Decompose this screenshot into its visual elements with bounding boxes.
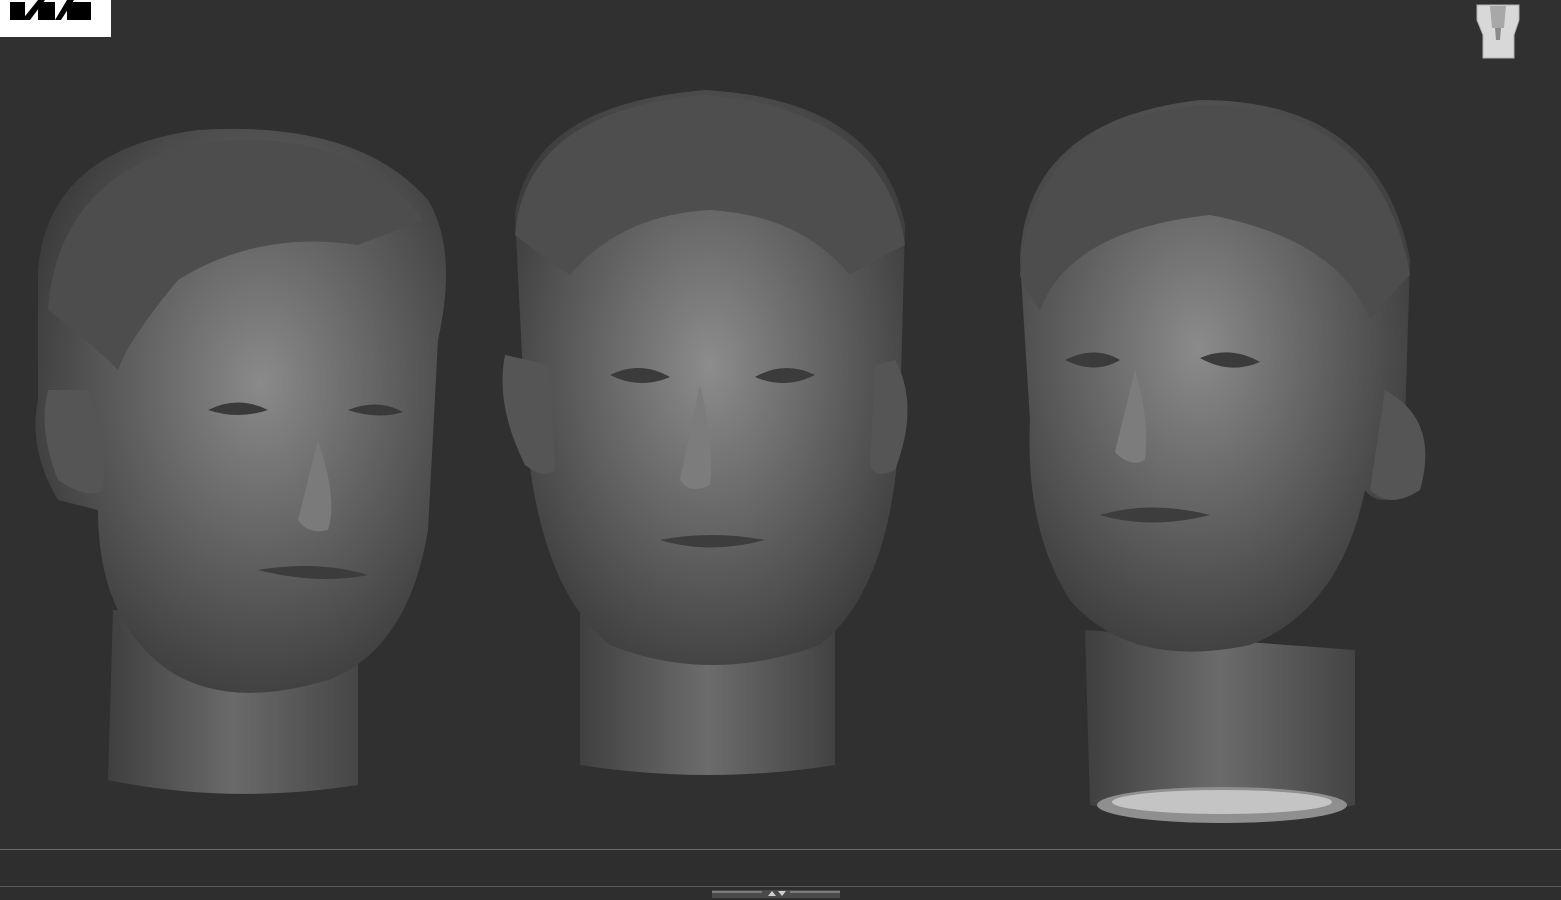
head-sculpt-right[interactable]	[1010, 90, 1450, 830]
splitter-arrows-icon[interactable]	[712, 890, 840, 898]
app-logo	[0, 0, 111, 37]
logo-icon	[0, 0, 111, 37]
canvas-viewport[interactable]	[0, 0, 1561, 849]
head-sculpt-front[interactable]	[500, 85, 920, 785]
bottom-shelf	[0, 849, 1561, 900]
head-sculpt-left[interactable]	[28, 110, 458, 810]
shelf-divider	[0, 886, 1561, 887]
navigation-cube-icon[interactable]	[1470, 0, 1526, 62]
